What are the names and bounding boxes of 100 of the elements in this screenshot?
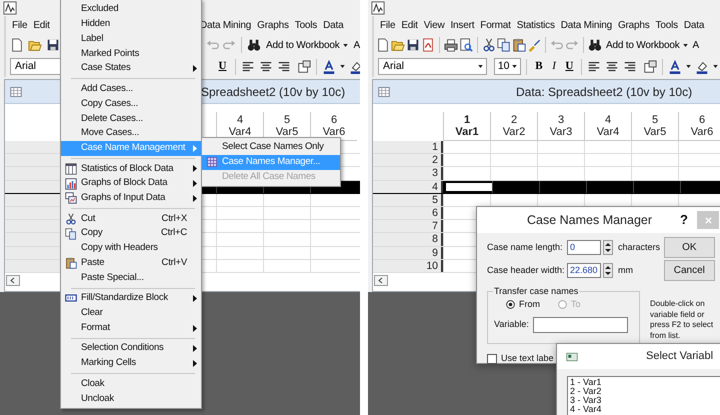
menu-bar-item[interactable]: Format	[478, 18, 513, 32]
font-size-field[interactable]: 10	[494, 58, 522, 75]
row-number: 5	[373, 194, 443, 206]
column-number: 3	[558, 114, 564, 126]
submenu-arrow-icon	[193, 294, 197, 302]
new-document-icon[interactable]	[10, 38, 24, 52]
menu-item[interactable]: Graphs of Block Data	[61, 176, 201, 191]
menu-bar-item[interactable]: Edit	[399, 18, 420, 32]
menu-item[interactable]: Cut Ctrl+X	[61, 211, 201, 226]
find-icon[interactable]	[588, 38, 602, 52]
find-icon[interactable]	[247, 38, 261, 52]
menu-item[interactable]: Paste Special...	[61, 270, 201, 286]
menu-item[interactable]: Delete Cases...	[61, 111, 201, 126]
spin-button[interactable]	[603, 240, 613, 255]
align-right-icon[interactable]	[277, 60, 291, 74]
menu-bar-item[interactable]: File	[10, 18, 30, 32]
active-cell[interactable]	[445, 182, 492, 191]
menu-item[interactable]: Hidden	[61, 16, 201, 32]
align-right-icon[interactable]	[623, 60, 637, 74]
font-field[interactable]: Arial	[378, 58, 487, 75]
menu-item[interactable]: Case States	[61, 61, 201, 76]
menu-item[interactable]: Statistics of Block Data	[61, 161, 201, 176]
menu-bar-item[interactable]: Data	[321, 18, 346, 32]
dialog-button[interactable]: OK	[664, 237, 715, 258]
menu-bar-item[interactable]: Tools	[292, 18, 320, 32]
menu-item[interactable]: Copy Cases...	[61, 96, 201, 112]
menu-item[interactable]: Graphs of Input Data	[61, 190, 201, 206]
cut-icon[interactable]	[482, 38, 496, 52]
menu-bar-item[interactable]: Insert	[448, 18, 476, 32]
menu-item[interactable]: Fill/Standardize Block	[61, 291, 201, 306]
align-left-icon[interactable]	[587, 60, 601, 74]
new-document-icon[interactable]	[376, 38, 390, 52]
print-preview-icon[interactable]	[459, 38, 473, 52]
add-to-workbook-button[interactable]: Add to Workbook	[263, 38, 351, 52]
format-icon[interactable]	[297, 60, 311, 74]
menu-bar-item[interactable]: Tools	[654, 18, 680, 32]
help-button[interactable]: ?	[678, 210, 690, 230]
menu-item[interactable]: Uncloak	[61, 391, 201, 406]
align-center-icon[interactable]	[605, 60, 619, 74]
menu-bar-item[interactable]: View	[422, 18, 446, 32]
menu-item[interactable]: Move Cases...	[61, 126, 201, 141]
menu-item[interactable]: Marking Cells	[61, 356, 201, 371]
toolbar-button[interactable]: A	[352, 38, 360, 52]
add-to-workbook-button[interactable]: Add to Workbook	[603, 38, 691, 52]
style-button[interactable]: U	[215, 58, 230, 75]
highlight-icon[interactable]	[695, 60, 709, 74]
menu-item[interactable]: Selection Conditions	[61, 341, 201, 356]
save-icon[interactable]	[46, 38, 60, 52]
style-button[interactable]: B	[532, 58, 546, 75]
menu-item[interactable]: Add Cases...	[61, 82, 201, 96]
menu-bar-item[interactable]: Graphs	[616, 18, 652, 32]
align-left-icon[interactable]	[241, 60, 255, 74]
format-icon[interactable]	[643, 60, 657, 74]
menu-item[interactable]: Paste Ctrl+V	[61, 256, 201, 271]
list-item[interactable]: 1 - Var1	[570, 378, 720, 387]
scroll-left-button[interactable]	[374, 274, 388, 286]
style-button[interactable]: I	[548, 58, 561, 75]
align-center-icon[interactable]	[259, 60, 273, 74]
toolbar-button[interactable]: A	[692, 38, 700, 52]
number-field[interactable]: 0	[567, 240, 601, 255]
font-color-icon[interactable]	[322, 60, 336, 74]
variable-field[interactable]	[532, 316, 628, 332]
menu-bar-item[interactable]: File	[378, 18, 398, 32]
copy-icon[interactable]	[497, 38, 511, 52]
column-number: 5	[652, 114, 658, 126]
list-item[interactable]: 3 - Var3	[570, 396, 720, 405]
list-item[interactable]: 2 - Var2	[570, 387, 720, 396]
window-title: Spreadsheet2 (10v by 10c)	[201, 84, 346, 100]
number-field[interactable]: 22.680	[567, 263, 601, 278]
menu-item[interactable]: Marked Points	[61, 46, 201, 62]
shortcut-text: Ctrl+C	[161, 226, 187, 240]
menu-bar-item[interactable]: Edit	[31, 18, 52, 32]
menu-bar-item[interactable]: Data	[682, 18, 706, 32]
row-number: 3	[373, 167, 443, 180]
scroll-left-button[interactable]	[6, 274, 20, 286]
radio-button[interactable]	[506, 300, 515, 310]
highlight-icon[interactable]	[349, 60, 360, 74]
menu-bar-item[interactable]: Statistics	[514, 18, 557, 32]
menu-item[interactable]: Format	[61, 320, 201, 336]
brush-icon[interactable]	[527, 38, 541, 52]
font-color-icon[interactable]	[668, 60, 682, 74]
menu-item[interactable]: Label	[61, 32, 201, 46]
checkbox[interactable]	[487, 354, 497, 364]
save-icon[interactable]	[406, 38, 420, 52]
menu-bar-item[interactable]: Graphs	[255, 18, 291, 32]
menu-item[interactable]: Select Case Names Only	[202, 140, 340, 155]
menu-item[interactable]: Cloak	[61, 376, 201, 392]
menu-bar-item[interactable]: Data Mining	[558, 18, 614, 32]
print-icon[interactable]	[444, 38, 458, 52]
paste-icon[interactable]	[512, 38, 526, 52]
menu-item[interactable]: Copy Ctrl+C	[61, 226, 201, 242]
menu-item[interactable]: Copy with Headers	[61, 241, 201, 256]
dialog-button[interactable]: Cancel	[664, 260, 715, 281]
column-name: Var2	[502, 126, 526, 138]
menu-item[interactable]: Excluded	[61, 2, 201, 17]
menu-item[interactable]: Clear	[61, 306, 201, 321]
list-item[interactable]: 4 - Var4	[570, 405, 720, 414]
spin-button[interactable]	[603, 263, 613, 278]
style-button[interactable]: U	[562, 58, 576, 75]
pdf-icon[interactable]	[421, 38, 435, 52]
